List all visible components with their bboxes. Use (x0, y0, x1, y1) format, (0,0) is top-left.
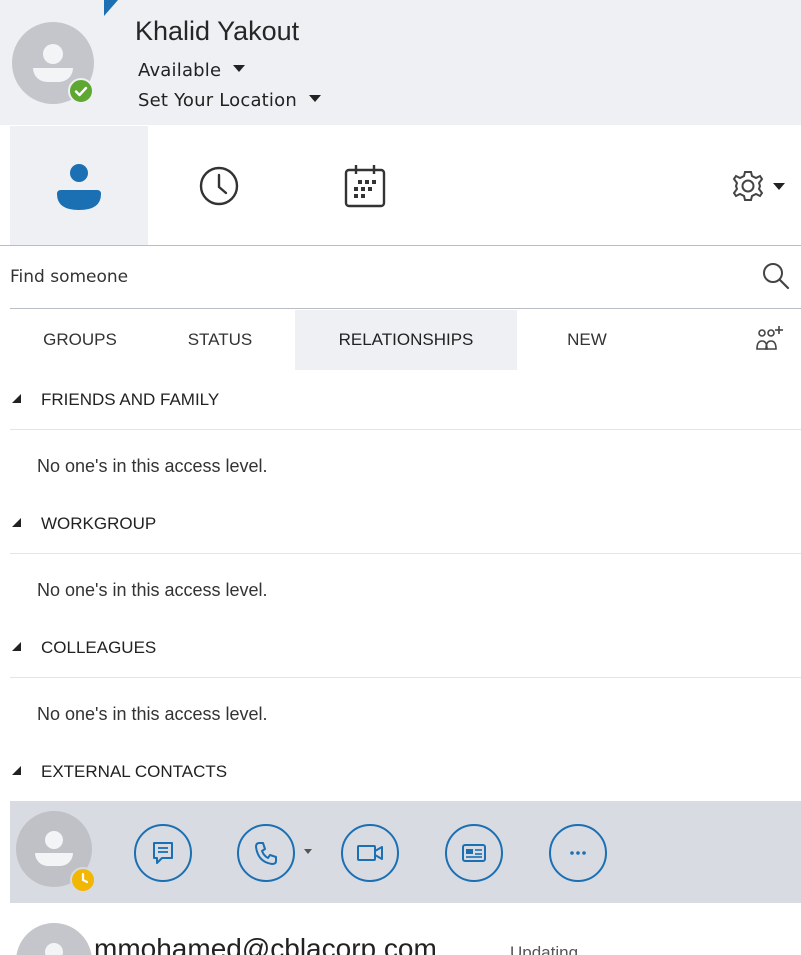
group-label: COLLEAGUES (41, 638, 157, 657)
tab-new[interactable]: NEW (517, 310, 657, 370)
add-contact-icon[interactable] (755, 324, 785, 354)
group-header-colleagues[interactable]: COLLEAGUES (10, 618, 801, 678)
tab-contacts[interactable] (10, 126, 148, 245)
presence-available-icon (68, 78, 94, 104)
tab-label: GROUPS (43, 330, 117, 349)
contact-card-button[interactable] (445, 824, 503, 882)
tab-conversations[interactable] (150, 126, 288, 245)
collapse-triangle-icon (12, 766, 21, 775)
chevron-down-icon (308, 94, 321, 102)
empty-group-note: No one's in this access level. (37, 704, 268, 724)
gear-icon (732, 171, 764, 201)
tab-label: STATUS (187, 330, 253, 349)
chevron-down-icon (233, 64, 246, 72)
im-button[interactable] (134, 824, 192, 882)
group-label: FRIENDS AND FAMILY (41, 390, 220, 409)
tab-label: RELATIONSHIPS (338, 330, 474, 349)
contact-name: mmohamed@cblacorp.com (94, 933, 437, 955)
corner-flag (104, 0, 118, 16)
group-label: EXTERNAL CONTACTS (41, 762, 228, 781)
contact-action-bar (10, 801, 801, 903)
search-input[interactable] (10, 247, 730, 307)
tab-groups[interactable]: GROUPS (10, 310, 150, 370)
phone-icon (255, 842, 277, 865)
contact-list-item[interactable]: mmohamed@cblacorp.com Updating... (10, 903, 801, 955)
profile-avatar[interactable] (12, 22, 98, 108)
user-name: Khalid Yakout (135, 16, 300, 46)
person-icon (57, 163, 101, 210)
tab-label: NEW (567, 330, 607, 349)
search-icon[interactable] (761, 261, 791, 291)
presence-away-icon (70, 867, 96, 893)
video-icon (357, 845, 383, 861)
empty-group-note: No one's in this access level. (37, 456, 268, 476)
more-options-button[interactable] (549, 824, 607, 882)
chevron-down-icon (773, 182, 785, 190)
collapse-triangle-icon (12, 642, 21, 651)
group-header-friends-family[interactable]: FRIENDS AND FAMILY (10, 370, 801, 430)
call-options-chevron-icon[interactable] (304, 849, 312, 854)
call-button[interactable] (237, 824, 295, 882)
clock-icon (199, 166, 239, 205)
video-button[interactable] (341, 824, 399, 882)
im-icon (153, 842, 173, 864)
search-bar (10, 247, 801, 309)
main-nav (0, 126, 801, 246)
availability-label: Available (138, 60, 222, 81)
contact-filter-tabs: GROUPS STATUS RELATIONSHIPS NEW (10, 310, 801, 370)
contact-avatar[interactable] (16, 811, 96, 893)
group-header-external-contacts[interactable]: EXTERNAL CONTACTS (10, 742, 801, 802)
contact-avatar (16, 923, 92, 955)
group-label: WORKGROUP (41, 514, 157, 533)
location-label: Set Your Location (138, 90, 297, 111)
contact-status: Updating... (510, 943, 593, 955)
tab-meetings[interactable] (296, 126, 434, 245)
calendar-icon (344, 164, 386, 207)
collapse-triangle-icon (12, 518, 21, 527)
location-menu[interactable]: Set Your Location (138, 90, 321, 111)
more-icon (570, 851, 586, 855)
empty-group-note: No one's in this access level. (37, 580, 268, 600)
profile-header: Khalid Yakout Available Set Your Locatio… (0, 0, 801, 125)
tab-status[interactable]: STATUS (150, 310, 290, 370)
group-header-workgroup[interactable]: WORKGROUP (10, 494, 801, 554)
tab-relationships[interactable]: RELATIONSHIPS (295, 310, 517, 370)
options-button[interactable] (729, 166, 785, 206)
availability-menu[interactable]: Available (138, 60, 246, 81)
contact-card-icon (462, 844, 486, 862)
collapse-triangle-icon (12, 394, 21, 403)
